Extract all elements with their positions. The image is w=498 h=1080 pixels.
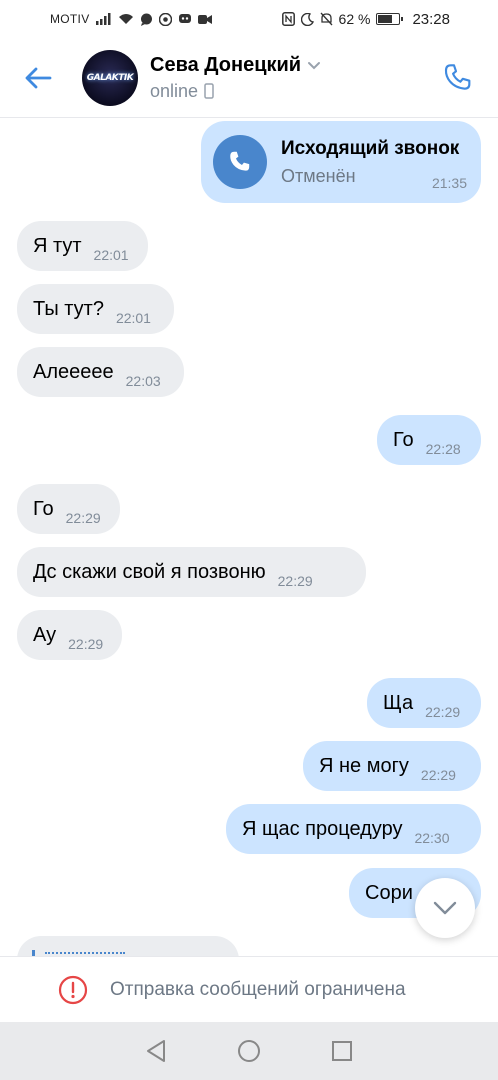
clock: 23:28 [412, 10, 450, 28]
call-button[interactable] [428, 48, 488, 108]
contact-status-row: online [150, 81, 428, 102]
message-time: 22:29 [277, 573, 313, 589]
message-bubble-in[interactable]: Ау 22:29 [17, 610, 122, 660]
chat-header: GALAKTIK Сева Донецкий online [0, 38, 498, 118]
alert-circle-icon [58, 975, 88, 1004]
avatar-logo-text: GALAKTIK [86, 72, 134, 83]
message-time: 22:29 [420, 767, 456, 783]
message-text: Ща [383, 692, 414, 714]
nav-home-icon [237, 1040, 260, 1062]
message-time: 22:01 [93, 247, 129, 263]
battery-level [378, 15, 393, 23]
signal-icon [95, 13, 110, 25]
message-text: Ты тут? [33, 298, 104, 320]
wifi-icon [118, 14, 133, 24]
message-bubble-in[interactable]: Го 22:29 [17, 484, 120, 534]
message-text: Алеееее [33, 361, 114, 383]
message-text: Сори [365, 882, 413, 904]
message-text: Я тут [33, 235, 82, 257]
call-time: 21:35 [431, 175, 467, 191]
status-bar-right: 62 % 23:28 [281, 10, 450, 28]
message-bubble-out[interactable]: Го 22:28 [377, 415, 481, 465]
message-time: 22:30 [414, 830, 450, 846]
phone-icon [444, 63, 471, 90]
message-text: Я не могу [319, 755, 409, 777]
nav-recents-icon [331, 1041, 352, 1061]
message-text: Я щас процедуру [242, 818, 403, 840]
mute-bell-icon [320, 12, 333, 26]
message-text: Го [33, 498, 54, 520]
nav-home-button[interactable] [229, 1031, 269, 1071]
nav-back-button[interactable] [136, 1031, 176, 1071]
scroll-to-bottom-button[interactable] [415, 878, 475, 938]
message-time: 22:29 [425, 704, 461, 720]
chrome-icon [158, 12, 172, 26]
moon-icon [300, 12, 314, 26]
message-time: 22:29 [68, 636, 104, 652]
nav-recents-button[interactable] [322, 1031, 362, 1071]
call-icon-circle [213, 135, 267, 189]
call-message[interactable]: Исходящий звонок Отменён 21:35 [201, 121, 481, 203]
message-time: 22:29 [65, 510, 101, 526]
phone-icon [230, 151, 250, 171]
message-bubble-out[interactable]: Ща 22:29 [367, 678, 481, 728]
status-bar-left: MOTIV [50, 12, 282, 26]
chevron-down-icon [308, 62, 321, 70]
nfc-icon [281, 12, 295, 26]
avatar[interactable]: GALAKTIK [82, 49, 138, 106]
contact-title-block[interactable]: Сева Донецкий online [150, 54, 428, 102]
message-bubble-in[interactable]: Ты тут? 22:01 [17, 284, 174, 334]
system-nav-bar [0, 1022, 498, 1080]
message-list[interactable]: Исходящий звонок Отменён 21:35 Я тут 22:… [0, 118, 498, 956]
contact-name: Сева Донецкий [150, 53, 302, 76]
message-bubble-out[interactable]: Я не могу 22:29 [303, 741, 481, 791]
message-bubble-in[interactable]: Дс скажи свой я позвоню 22:29 [17, 547, 366, 597]
message-text: Го [393, 429, 414, 451]
back-arrow-icon [25, 67, 52, 88]
chat-icon [140, 13, 152, 26]
message-bubble-in[interactable]: Алеееее 22:03 [17, 347, 184, 397]
carrier-label: MOTIV [50, 12, 90, 26]
video-icon [197, 14, 212, 24]
messaging-restricted-bar: Отправка сообщений ограничена [0, 956, 498, 1022]
message-time: 22:01 [115, 310, 151, 326]
battery-percent: 62 % [338, 11, 371, 27]
contact-status: online [150, 80, 199, 101]
nav-back-icon [147, 1040, 166, 1062]
message-text: Ау [33, 624, 57, 646]
battery-icon [376, 13, 404, 25]
message-bubble-in[interactable]: Я тут 22:01 [17, 221, 148, 271]
contact-name-row: Сева Донецкий [150, 54, 428, 77]
chevron-down-icon [433, 901, 457, 915]
partial-message-bubble[interactable] [17, 936, 239, 956]
message-time: 22:28 [425, 441, 461, 457]
message-text: Дс скажи свой я позвоню [33, 561, 266, 583]
status-bar: MOTIV 62 % 23:28 [0, 0, 498, 38]
back-button[interactable] [8, 48, 68, 108]
call-title: Исходящий звонок [281, 137, 460, 159]
restriction-text: Отправка сообщений ограничена [110, 978, 406, 1000]
message-bubble-out[interactable]: Я щас процедуру 22:30 [226, 804, 481, 854]
message-time: 22:03 [125, 373, 161, 389]
discord-icon [178, 14, 191, 23]
mobile-icon [204, 83, 214, 99]
